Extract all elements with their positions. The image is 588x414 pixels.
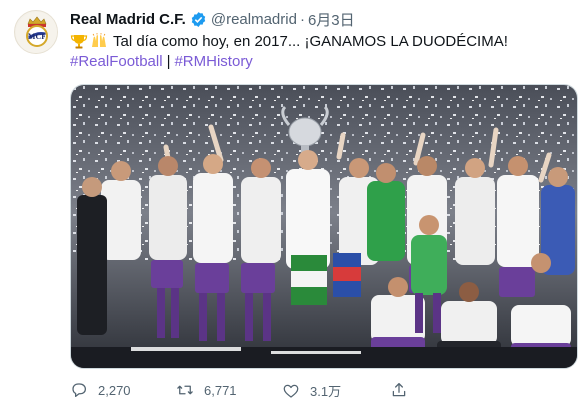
reply-count: 2,270 [98,382,131,398]
hashtag-link[interactable]: #RealFootball [70,53,163,70]
hashtag-line: #RealFootball | #RMHistory [70,53,253,70]
like-button[interactable]: 3.1万 [282,381,341,400]
tweet-body-text: Tal día como hoy, en 2017... ¡GANAMOS LA… [113,32,508,50]
tweet-action-bar: 2,270 6,771 3.1万 [70,381,578,401]
retweet-count: 6,771 [204,382,237,398]
like-count: 3.1万 [310,384,342,399]
tweet-text-line: Tal día como hoy, en 2017... ¡GANAMOS LA… [70,32,508,50]
reply-button[interactable]: 2,270 [70,381,131,399]
real-madrid-crest-icon: MCF [16,12,57,53]
trophy-emoji-icon [70,35,88,49]
user-handle[interactable]: @realmadrid [211,11,297,28]
heart-icon [283,384,299,398]
tweet-photo[interactable] [70,84,578,369]
header-separator: · [299,10,305,28]
share-button[interactable] [390,381,418,399]
tweet-date[interactable]: 6月3日 [308,9,355,30]
hashtag-link[interactable]: #RMHistory [174,53,252,70]
team-celebration-image [71,85,577,368]
hashtag-separator: | [166,53,171,70]
raised-hands-emoji-icon [92,33,106,47]
reply-icon [72,383,87,398]
tweet-header: Real Madrid C.F. @realmadrid · 6月3日 [70,9,355,29]
display-name[interactable]: Real Madrid C.F. [70,11,186,28]
verified-badge-icon [191,11,206,27]
avatar[interactable]: MCF [14,10,58,54]
share-icon [392,382,406,397]
svg-text:MCF: MCF [28,32,46,41]
retweet-icon [177,385,193,395]
retweet-button[interactable]: 6,771 [176,381,237,399]
